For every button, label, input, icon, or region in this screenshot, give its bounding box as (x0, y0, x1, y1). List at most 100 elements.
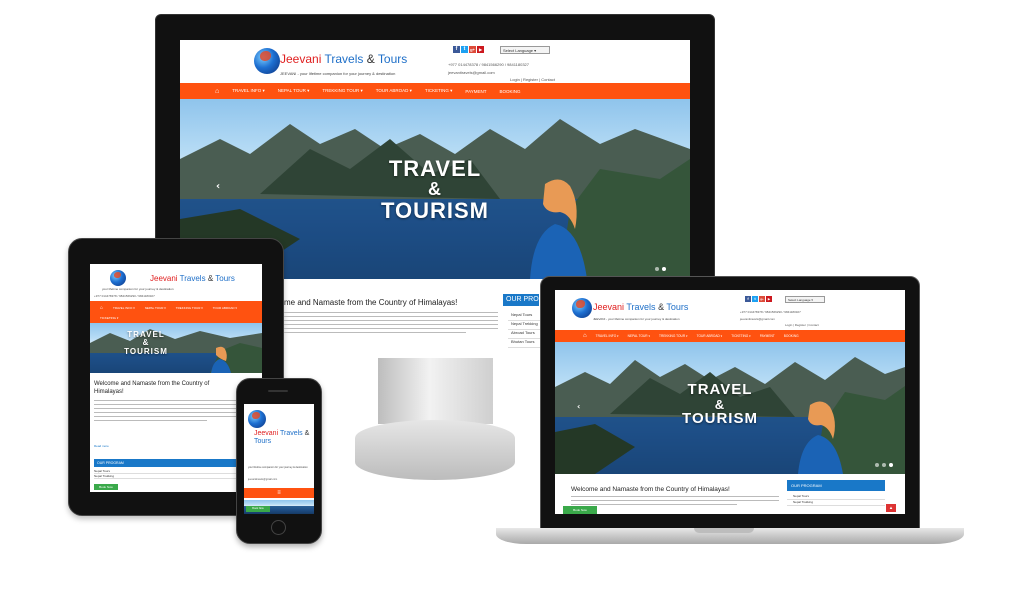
home-icon[interactable]: ⌂ (583, 333, 587, 339)
contact-phone: +977 014478378 / 9841566290 / 9841180327 (740, 310, 801, 314)
sidebar-list: Nepal Tours Nepal Trekking (787, 494, 885, 506)
nav-item-payment[interactable]: PAYMENT (465, 89, 486, 94)
scroll-top-button[interactable]: ▴ (886, 504, 896, 512)
nav-item-tour-abroad[interactable]: TOUR ABROAD ▾ (213, 306, 237, 310)
quick-links[interactable]: Login | Register | Contact (510, 77, 555, 82)
nav-item-ticketing[interactable]: TICKETING ▾ (100, 316, 118, 320)
main-nav: ⌂ TRAVEL INFO ▾ NEPAL TOUR ▾ TREKKING TO… (555, 330, 905, 342)
logo-text[interactable]: Jeevani Travels & Tours (280, 52, 407, 66)
logo-globe-icon (110, 270, 126, 286)
book-now-button[interactable]: Book Now (563, 506, 597, 514)
sidebar-item[interactable]: Nepal Tours (508, 312, 540, 321)
nav-item-booking[interactable]: BOOKING (784, 334, 799, 338)
youtube-icon[interactable]: ▶ (766, 296, 772, 302)
twitter-icon[interactable]: t (461, 46, 468, 53)
sidebar-item[interactable]: Nepal Trekking (787, 500, 885, 506)
logo-globe-icon (254, 48, 280, 74)
macbook-notch (694, 528, 754, 533)
contact-email: jeevanitravels@gmail.com (248, 478, 278, 481)
logo-text[interactable]: Jeevani Travels & Tours (150, 274, 235, 283)
welcome-paragraph (571, 496, 779, 508)
social-links: f t g+ ▶ (745, 296, 772, 302)
slider-prev-icon[interactable]: ‹ (577, 402, 580, 411)
main-nav: ≡ (244, 488, 314, 498)
site-header: Jeevani Travels & Tours JEEVANI - your l… (180, 40, 690, 84)
sidebar-item[interactable]: Abroad Tours (508, 330, 540, 339)
imac-sidebar-list: Nepal Tours Nepal Trekking Abroad Tours … (508, 312, 540, 348)
slider-prev-icon[interactable]: ‹ (216, 181, 220, 192)
hero-slider: TRAVEL & TOURISM ‹ (555, 342, 905, 474)
sidebar-item[interactable]: Nepal Trekking (94, 474, 239, 479)
main-nav: ⌂ TRAVEL INFO ▾ NEPAL TOUR ▾ TREKKING TO… (90, 301, 262, 323)
nav-item-trekking-tour[interactable]: TREKKING TOUR ▾ (322, 88, 362, 94)
nav-item-travel-info[interactable]: TRAVEL INFO ▾ (596, 334, 619, 338)
tagline: your lifetime companion for your journey… (248, 466, 308, 469)
slider-dot[interactable] (889, 463, 893, 467)
quick-links[interactable]: Login | Register | Contact (785, 323, 819, 327)
facebook-icon[interactable]: f (453, 46, 460, 53)
sidebar-title: OUR PROGRAM (94, 459, 239, 467)
contact-email: jeevanitravels@gmail.com (740, 317, 776, 321)
nav-item-payment[interactable]: PAYMENT (760, 334, 775, 338)
sidebar-list: Nepal Tours Nepal Trekking (94, 469, 239, 479)
book-now-button[interactable]: Book Now (94, 484, 118, 490)
welcome-heading: Welcome and Namaste from the Country of … (94, 381, 210, 395)
tagline: JEEVANI - your lifetime companion for yo… (593, 317, 680, 321)
logo-globe-icon (572, 298, 592, 318)
logo-text[interactable]: Jeevani Travels & Tours (593, 302, 688, 312)
nav-item-tour-abroad[interactable]: TOUR ABROAD ▾ (697, 334, 723, 338)
imac-welcome-heading: me and Namaste from the Country of Himal… (284, 298, 458, 307)
iphone-screen: Jeevani Travels & Tours your lifetime co… (244, 404, 314, 514)
imac-sidebar-title: OUR PRO (503, 294, 539, 306)
nav-item-trekking-tour[interactable]: TREKKING TOUR ▾ (176, 306, 203, 310)
logo-globe-icon (248, 410, 266, 428)
nav-item-booking[interactable]: BOOKING (500, 89, 521, 94)
nav-item-nepal-tour[interactable]: NEPAL TOUR ▾ (628, 334, 650, 338)
nav-item-ticketing[interactable]: TICKETING ▾ (731, 334, 751, 338)
welcome-heading: Welcome and Namaste from the Country of … (571, 486, 730, 493)
google-plus-icon[interactable]: g+ (759, 296, 765, 302)
nav-item-travel-info[interactable]: TRAVEL INFO ▾ (232, 88, 265, 94)
sidebar-item[interactable]: Nepal Trekking (508, 321, 540, 330)
nav-item-travel-info[interactable]: TRAVEL INFO ▾ (113, 306, 135, 310)
logo-text[interactable]: Jeevani Travels & Tours (254, 430, 310, 446)
tagline: JEEVANI - your lifetime companion for yo… (280, 71, 396, 76)
iphone-speaker (268, 390, 288, 392)
nav-item-ticketing[interactable]: TICKETING ▾ (425, 88, 453, 94)
nav-item-trekking-tour[interactable]: TREKKING TOUR ▾ (659, 334, 688, 338)
welcome-paragraph (94, 400, 256, 424)
nav-item-tour-abroad[interactable]: TOUR ABROAD ▾ (376, 88, 412, 94)
hero-title: TRAVEL & TOURISM (380, 156, 490, 223)
language-select[interactable]: Select Language ▾ (785, 296, 825, 303)
hero-slider: Book Now (244, 500, 314, 514)
nav-item-nepal-tour[interactable]: NEPAL TOUR ▾ (145, 306, 166, 310)
iphone-home-button (271, 520, 286, 535)
slider-dot[interactable] (655, 267, 659, 271)
home-icon[interactable]: ⌂ (100, 305, 103, 311)
slider-dot[interactable] (875, 463, 879, 467)
contact-phone: +977 014478378 / 9841566290 / 9841180327 (448, 62, 530, 67)
nav-item-nepal-tour[interactable]: NEPAL TOUR ▾ (278, 88, 310, 94)
google-plus-icon[interactable]: g+ (469, 46, 476, 53)
menu-toggle-icon[interactable]: ≡ (277, 490, 281, 496)
contact-email: jeevanitravels@gmail.com (448, 70, 495, 75)
slider-dots (875, 463, 893, 467)
youtube-icon[interactable]: ▶ (477, 46, 484, 53)
tagline: your lifetime companion for your journey… (102, 287, 174, 291)
macbook-screen: Jeevani Travels & Tours JEEVANI - your l… (555, 290, 905, 514)
contact-phone: +977 014478378 / 9841566290 / 9841180327 (94, 294, 155, 298)
hero-title: TRAVEL & TOURISM (682, 381, 758, 428)
twitter-icon[interactable]: t (752, 296, 758, 302)
home-icon[interactable]: ⌂ (215, 88, 219, 95)
language-select[interactable]: Select Language ▾ (500, 46, 550, 54)
social-links: f t g+ ▶ (453, 46, 484, 53)
sidebar-title: OUR PROGRAM (787, 480, 885, 491)
main-nav: ⌂ TRAVEL INFO ▾ NEPAL TOUR ▾ TREKKING TO… (180, 83, 690, 99)
book-now-button[interactable]: Book Now (246, 506, 270, 512)
read-more-link[interactable]: Read more (94, 444, 109, 448)
slider-dot[interactable] (662, 267, 666, 271)
sidebar-item[interactable]: Bhutan Tours (508, 339, 540, 348)
imac-stand-foot (355, 420, 515, 480)
slider-dot[interactable] (882, 463, 886, 467)
facebook-icon[interactable]: f (745, 296, 751, 302)
